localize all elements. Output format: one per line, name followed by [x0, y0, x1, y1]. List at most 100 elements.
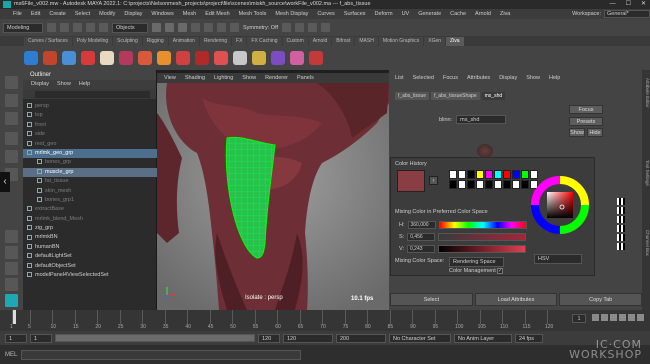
menu-curves[interactable]: Curves: [317, 11, 334, 17]
menu-uv[interactable]: UV: [402, 11, 410, 17]
character-set-dropdown[interactable]: No Character Set: [389, 333, 451, 343]
tissue-icon[interactable]: [43, 51, 57, 65]
menu-generate[interactable]: Generate: [418, 11, 441, 17]
v-field[interactable]: 0,243: [407, 245, 435, 253]
symmetry-label[interactable]: Symmetry: Off: [243, 25, 278, 31]
shelf-tab-sculpting[interactable]: Sculpting: [113, 36, 142, 46]
history-swatch[interactable]: [485, 180, 493, 189]
shelf-tab-rendering[interactable]: Rendering: [199, 36, 232, 46]
play-backward-icon[interactable]: [610, 314, 617, 321]
tissue-icon[interactable]: [81, 51, 95, 65]
step-back-icon[interactable]: [601, 314, 608, 321]
shelf-tab-rigging[interactable]: Rigging: [142, 36, 168, 46]
viewport-menu-lighting[interactable]: Lighting: [214, 75, 233, 81]
playback-end-field[interactable]: 120: [258, 333, 280, 343]
viewport-menu-panels[interactable]: Panels: [297, 75, 314, 81]
outliner-item[interactable]: fat_tissue: [23, 177, 157, 186]
menu-cache[interactable]: Cache: [450, 11, 466, 17]
menu-ziva[interactable]: Ziva: [500, 11, 510, 17]
shelf-tab-curves-surfaces[interactable]: Curves / Surfaces: [24, 36, 72, 46]
map-button-icon[interactable]: [617, 216, 625, 223]
h-field[interactable]: 360,000: [407, 221, 436, 229]
history-swatch[interactable]: [476, 180, 484, 189]
map-button-icon[interactable]: [617, 243, 625, 250]
move-tool-icon[interactable]: [5, 132, 18, 145]
shelf-tab-bifrost[interactable]: Bifrost: [332, 36, 355, 46]
attachment-icon[interactable]: [138, 51, 152, 65]
step-forward-icon[interactable]: [628, 314, 635, 321]
menu-modify[interactable]: Modify: [99, 11, 115, 17]
material-icon[interactable]: [252, 51, 266, 65]
outliner-search-input[interactable]: [35, 90, 150, 98]
outliner-item[interactable]: mrlmk_geo_grp: [23, 148, 157, 159]
viewport-menu-view[interactable]: View: [164, 75, 176, 81]
outliner-item[interactable]: zig_grp: [23, 224, 157, 233]
history-swatch[interactable]: [485, 170, 493, 179]
anim-end-field[interactable]: 200: [336, 333, 386, 343]
history-swatch[interactable]: [494, 180, 502, 189]
copy-tab-button[interactable]: Copy Tab: [559, 292, 643, 306]
rest-shape-icon[interactable]: [195, 51, 209, 65]
history-swatch[interactable]: [512, 170, 520, 179]
snap-grid-icon[interactable]: [191, 23, 200, 32]
undo-icon[interactable]: [86, 23, 95, 32]
time-slider[interactable]: 1 5 10 15 20 25 30 35 40 45 50 55 60 65 70 75 80 85 90 95 10…: [0, 310, 650, 331]
menu-mesh[interactable]: Mesh: [183, 11, 196, 17]
menu-windows[interactable]: Windows: [151, 11, 173, 17]
paint-icon[interactable]: [233, 51, 247, 65]
workspace-select[interactable]: General*: [604, 10, 650, 18]
menu-deform[interactable]: Deform: [375, 11, 393, 17]
play-forward-icon[interactable]: [619, 314, 626, 321]
swap-icon[interactable]: ‹: [429, 176, 438, 185]
viewport-menu-shading[interactable]: Shading: [185, 75, 205, 81]
ziva-icon[interactable]: [24, 51, 38, 65]
map-button-icon[interactable]: [617, 198, 625, 205]
current-frame-field[interactable]: 1: [572, 314, 586, 323]
channel-box-side-tab[interactable]: Channel Box: [642, 230, 650, 256]
menu-select[interactable]: Select: [75, 11, 90, 17]
map-button-icon[interactable]: [617, 225, 625, 232]
current-color-swatch[interactable]: [397, 170, 425, 192]
outliner-menu-display[interactable]: Display: [31, 80, 49, 89]
outliner-item[interactable]: mrlmk_blend_Mesh: [23, 215, 157, 224]
fiber-icon[interactable]: [157, 51, 171, 65]
prev-arrow-icon[interactable]: ‹: [0, 172, 10, 192]
attr-menu-attributes[interactable]: Attributes: [467, 73, 490, 83]
history-swatch[interactable]: [458, 170, 466, 179]
shelf-tab-poly-modeling[interactable]: Poly Modeling: [72, 36, 113, 46]
shelf-tab-ziva[interactable]: Ziva: [446, 36, 464, 46]
color-mode-dropdown[interactable]: HSV: [534, 254, 582, 264]
snap-point-icon[interactable]: [217, 23, 226, 32]
line-of-action-icon[interactable]: [176, 51, 190, 65]
viewport[interactable]: Isolate : persp 10.1 fps: [157, 83, 389, 310]
menu-edit[interactable]: Edit: [31, 11, 40, 17]
selection-mode-dropdown[interactable]: Objects: [112, 22, 148, 33]
outliner-item[interactable]: rest_geo: [23, 140, 157, 149]
outliner-menu-show[interactable]: Show: [57, 80, 71, 89]
cloth-icon[interactable]: [119, 51, 133, 65]
rotate-tool-icon[interactable]: [5, 150, 18, 163]
shelf-tab-xgen[interactable]: XGen: [424, 36, 446, 46]
hypershade-icon[interactable]: [321, 23, 331, 32]
tool-settings-side-tab[interactable]: Tool Settings: [642, 160, 650, 186]
attr-menu-selected[interactable]: Selected: [413, 73, 434, 83]
history-swatch[interactable]: [503, 170, 511, 179]
node-name-field[interactable]: ms_shd: [456, 115, 507, 124]
menu-mesh-tools[interactable]: Mesh Tools: [239, 11, 267, 17]
attr-menu-list[interactable]: List: [395, 73, 404, 83]
command-input[interactable]: [21, 349, 302, 360]
shelf-tab-motion-graphics[interactable]: Motion Graphics: [378, 36, 424, 46]
mixing-space-dropdown[interactable]: Rendering Space: [449, 257, 504, 267]
select-hierarchy-icon[interactable]: [152, 23, 161, 32]
v-slider[interactable]: [438, 245, 526, 253]
outliner-item[interactable]: bones_grp: [23, 158, 157, 167]
single-pane-layout-icon[interactable]: [5, 230, 18, 243]
history-swatch[interactable]: [512, 180, 520, 189]
history-swatch[interactable]: [449, 170, 457, 179]
menu-edit-mesh[interactable]: Edit Mesh: [205, 11, 229, 17]
shelf-tab-fx-caching[interactable]: FX Caching: [247, 36, 282, 46]
end-time-field[interactable]: 120: [283, 333, 333, 343]
attr-menu-display[interactable]: Display: [499, 73, 517, 83]
outliner-item[interactable]: defaultLightSet: [23, 252, 157, 261]
outliner-item[interactable]: muscle_grp: [23, 167, 157, 178]
